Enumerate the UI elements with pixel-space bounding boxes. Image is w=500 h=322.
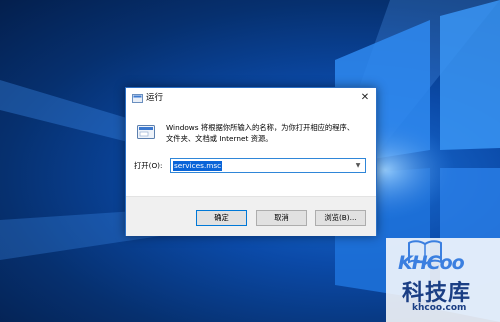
open-input[interactable]: services.msc ▼ <box>170 158 366 173</box>
run-app-icon <box>137 125 155 139</box>
description-line: Windows 将根据你所输入的名称，为你打开相应的程序、 <box>166 123 355 132</box>
close-button[interactable]: ✕ <box>354 88 376 108</box>
description-line: 文件夹、文档或 Internet 资源。 <box>166 134 273 143</box>
dialog-button-bar: 确定 取消 浏览(B)... <box>126 196 376 236</box>
dialog-titlebar[interactable]: 运行 ✕ <box>126 88 376 110</box>
dialog-description: Windows 将根据你所输入的名称，为你打开相应的程序、 文件夹、文档或 In… <box>166 122 371 144</box>
close-icon: ✕ <box>360 92 370 103</box>
browse-button[interactable]: 浏览(B)... <box>315 210 366 226</box>
dialog-title: 运行 <box>146 93 164 103</box>
watermark: KHCoo 科技库 khcoo.com <box>386 238 500 322</box>
watermark-domain: khcoo.com <box>412 303 467 313</box>
desktop: 运行 ✕ Windows 将根据你所输入的名称，为你打开相应的程序、 文件夹、文… <box>0 0 500 322</box>
dialog-body: Windows 将根据你所输入的名称，为你打开相应的程序、 文件夹、文档或 In… <box>126 110 376 196</box>
chevron-down-icon[interactable]: ▼ <box>353 160 363 171</box>
run-app-icon <box>132 94 143 103</box>
run-dialog: 运行 ✕ Windows 将根据你所输入的名称，为你打开相应的程序、 文件夹、文… <box>125 87 377 236</box>
cancel-button[interactable]: 取消 <box>256 210 307 226</box>
watermark-brand: KHCoo <box>398 252 465 274</box>
open-label: 打开(O): <box>134 161 163 170</box>
open-input-value[interactable]: services.msc <box>173 160 223 171</box>
ok-button[interactable]: 确定 <box>196 210 247 226</box>
